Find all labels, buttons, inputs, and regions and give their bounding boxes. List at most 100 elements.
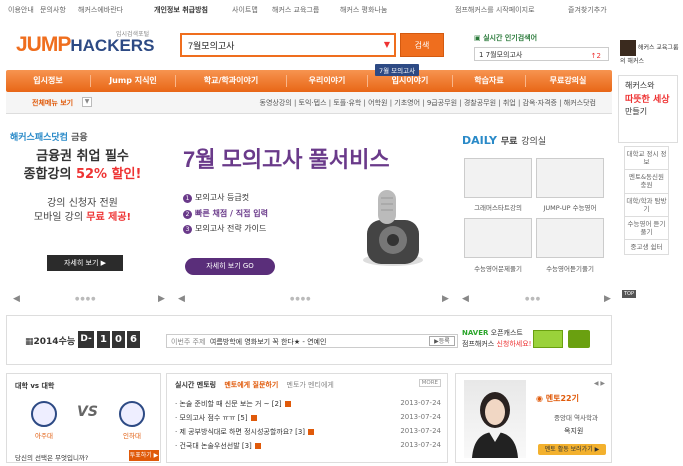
- popular-icon: ▣: [474, 34, 484, 42]
- naver-title: 오픈캐스트: [490, 329, 523, 337]
- group-banner[interactable]: 해커스 교육그룹의 해커스: [620, 40, 683, 65]
- chevron-right-icon[interactable]: ▶: [158, 294, 165, 304]
- list-item[interactable]: · 모의고사 점수 ㅠㅠ [5] 2013-07-24: [175, 413, 441, 423]
- nav-tooltip[interactable]: 7월 모의고사: [375, 64, 420, 76]
- side-menu-item[interactable]: 멘토&동신원 충원: [624, 170, 669, 194]
- arrow-right-icon[interactable]: [568, 330, 590, 348]
- tab-mentor-to-mentee[interactable]: 멘토가 멘티에게: [287, 381, 334, 389]
- naver-brand: NAVER: [462, 329, 489, 337]
- topbar-link-peace[interactable]: 해커스 평화나눔: [340, 5, 387, 15]
- post-title[interactable]: 논술 준비할 때 신문 보는 거 ~ [2]: [179, 400, 281, 408]
- chevron-left-icon[interactable]: ◀: [462, 294, 469, 304]
- nav-school-story[interactable]: 학교/학과이야기: [176, 70, 286, 92]
- chevron-right-icon[interactable]: ▶: [442, 294, 449, 304]
- side-campaign-banner[interactable]: 해커스와 따뜻한 세상 만들기: [618, 75, 678, 143]
- side-line2: 따뜻한 세상: [625, 95, 670, 105]
- side-menu-item[interactable]: 대학교 정시 정보: [624, 146, 669, 171]
- university-right-name[interactable]: 인하대: [112, 430, 152, 440]
- sub-nav: 전체메뉴 보기 ▼ 동영상강의 | 토익·텝스 | 토플·유학 | 어학원 | …: [6, 92, 612, 114]
- slider-dots[interactable]: ●●●●: [290, 296, 311, 302]
- course-caption[interactable]: 그래머스타트강의: [459, 202, 537, 212]
- popular-title: 실시간 인기검색어: [483, 34, 538, 42]
- number-badge: 1: [183, 194, 192, 203]
- chevron-left-icon[interactable]: ◀: [13, 294, 20, 304]
- post-title[interactable]: 제 공부방식대로 하면 정시성공할까요? [3]: [179, 428, 305, 436]
- nav-free-lecture[interactable]: 무료강의실: [526, 70, 610, 92]
- new-badge-icon: [254, 443, 261, 449]
- mentor-heading: ◉ 멘토22기: [536, 393, 579, 404]
- naver-opencast[interactable]: NAVER 오픈캐스트 점프해커스 신청하세요!: [462, 328, 531, 349]
- top-button[interactable]: TOP: [622, 290, 636, 298]
- nav-study-material[interactable]: 학습자료: [453, 70, 525, 92]
- course-thumbnail[interactable]: [464, 158, 532, 198]
- all-menu-link[interactable]: 전체메뉴 보기: [32, 98, 73, 108]
- popular-term[interactable]: 1 7월모의고사: [474, 47, 609, 61]
- list-item[interactable]: · 논술 준비할 때 신문 보는 거 ~ [2] 2013-07-24: [175, 399, 441, 409]
- course-thumbnail[interactable]: [536, 158, 604, 198]
- mock-detail-button[interactable]: 자세히 보기 GO: [185, 258, 275, 275]
- ticker-text[interactable]: 여름방학에 영화보기 꼭 한다★ - 연예인: [210, 338, 327, 346]
- mock-item-text: 모의고사 전략 가이드: [195, 224, 267, 234]
- course-caption[interactable]: 수능영어문제풀기: [459, 263, 537, 273]
- search-input[interactable]: [182, 35, 372, 55]
- topbar-link-favorite[interactable]: 즐겨찾기추가: [568, 5, 607, 15]
- mock-exam-title: 7월 모의고사 풀서비스: [183, 147, 390, 172]
- topbar-link-inquiry[interactable]: 문의사항: [40, 5, 66, 15]
- mentor-photo[interactable]: [464, 380, 526, 458]
- register-button[interactable]: ▶등록: [429, 336, 455, 346]
- finance-promo[interactable]: 해커스패스닷컴 금융 금융권 취업 필수 종합강의 52% 할인! 강의 신청자…: [10, 130, 155, 225]
- vote-button[interactable]: 투표하기 ▶: [129, 450, 159, 461]
- person-icon: [472, 392, 518, 458]
- slider-dots[interactable]: ●●●: [525, 296, 541, 302]
- side-menu-item[interactable]: 중고생 쉼터: [624, 240, 669, 256]
- chevron-right-icon[interactable]: ▶: [604, 294, 611, 304]
- side-menu-item[interactable]: 대학/학과 탐방기: [624, 193, 669, 217]
- topbar-link-sitemap[interactable]: 사이트맵: [232, 5, 258, 15]
- list-item[interactable]: · 제 공부방식대로 하면 정시성공할까요? [3] 2013-07-24: [175, 427, 441, 437]
- side-menu: 대학교 정시 정보 멘토&동신원 충원 대학/학과 탐방기 수능영어 듣기풀기 …: [624, 146, 669, 256]
- countdown-digit: 1: [97, 331, 110, 348]
- chevron-down-icon[interactable]: ▼: [82, 97, 92, 107]
- topbar-link-guide[interactable]: 이용안내: [8, 5, 34, 15]
- more-button[interactable]: MORE: [418, 379, 441, 387]
- daily-title-b: 무료: [500, 137, 518, 147]
- chevron-down-icon[interactable]: ▼: [384, 40, 390, 49]
- university-left-name[interactable]: 아주대: [24, 430, 64, 440]
- number-badge: 2: [183, 209, 192, 219]
- side-menu-item[interactable]: 수능영어 듣기풀기: [624, 216, 669, 240]
- search-box: ▼: [180, 33, 396, 57]
- slider-dots[interactable]: ●●●●: [75, 296, 96, 302]
- tab-ask-mentor[interactable]: 멘토에게 질문하기: [224, 381, 278, 389]
- finance-promo-line2a: 종합강의: [23, 166, 72, 182]
- chevron-left-icon[interactable]: ◀: [178, 294, 185, 304]
- side-line3: 만들기: [625, 107, 648, 116]
- finance-detail-button[interactable]: 자세히 보기 ▶: [47, 255, 123, 271]
- course-caption[interactable]: JUMP-UP 수능영어: [531, 202, 609, 212]
- course-thumbnail[interactable]: [536, 218, 604, 258]
- topic-ticker[interactable]: 이번주 주제 여름방학에 영화보기 꼭 한다★ - 연예인 ▶등록: [166, 334, 458, 348]
- site-logo[interactable]: JUMPHACKERS 입시검색포털: [16, 32, 155, 57]
- university-emblem-icon[interactable]: [31, 401, 57, 427]
- topbar-link-startpage[interactable]: 점프해커스를 시작페이지로: [455, 5, 535, 15]
- post-title[interactable]: 건국대 논술우선선발 [3]: [179, 442, 251, 450]
- logo-jump: JUMP: [16, 33, 71, 56]
- university-emblem-icon[interactable]: [119, 401, 145, 427]
- logo-hackers: HACKERS: [70, 36, 155, 55]
- search-button[interactable]: 검색: [400, 33, 444, 57]
- ticker-label: 이번주 주제: [171, 338, 206, 346]
- topbar-link-privacy[interactable]: 개인정보 취급방침: [154, 5, 208, 15]
- mentor-activity-button[interactable]: 멘토 활동 보러가기 ▶: [538, 444, 606, 455]
- topbar-link-group[interactable]: 해커스 교육그룹: [272, 5, 319, 15]
- profile-pager[interactable]: ◀ ▶: [594, 380, 605, 387]
- course-thumbnail[interactable]: [464, 218, 532, 258]
- nav-our-story[interactable]: 우리이야기: [287, 70, 367, 92]
- sub-nav-links[interactable]: 동영상강의 | 토익·텝스 | 토플·유학 | 어학원 | 기초영어 | 9급공…: [260, 98, 596, 108]
- topbar-link-request[interactable]: 해커스에바란다: [78, 5, 123, 15]
- finance-promo-free: 무료 제공!: [86, 212, 132, 224]
- list-item[interactable]: · 건국대 논술우선선발 [3] 2013-07-24: [175, 441, 441, 451]
- course-caption[interactable]: 수능영어듣기풀기: [531, 263, 609, 273]
- nav-admission-info[interactable]: 입시정보: [6, 70, 90, 92]
- post-title[interactable]: 모의고사 점수 ㅠㅠ [5]: [179, 414, 247, 422]
- top-utility-bar: 이용안내 문의사항 해커스에바란다 개인정보 취급방침 사이트맵 해커스 교육그…: [0, 0, 683, 18]
- nav-jump-qna[interactable]: Jump 지식인: [91, 70, 175, 92]
